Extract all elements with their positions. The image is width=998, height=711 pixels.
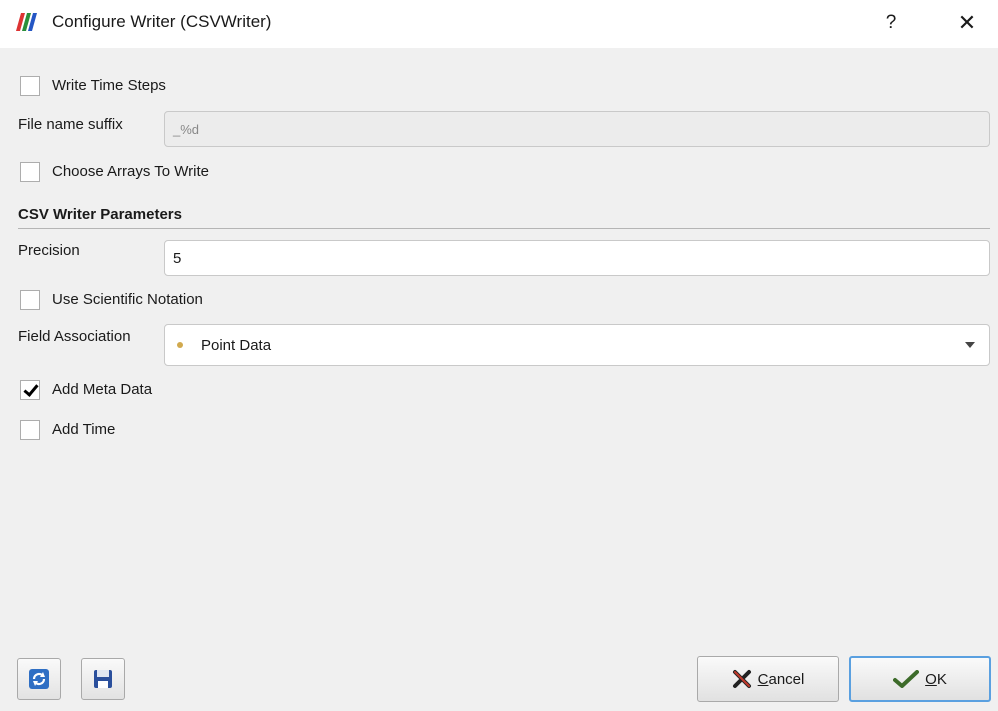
- chevron-down-icon: [965, 342, 975, 348]
- save-defaults-button[interactable]: [81, 658, 125, 700]
- use-scientific-notation-label: Use Scientific Notation: [52, 291, 203, 308]
- field-association-value: Point Data: [201, 336, 272, 354]
- add-meta-data-label: Add Meta Data: [52, 381, 153, 398]
- cancel-x-icon: [732, 669, 752, 689]
- precision-label: Precision: [18, 242, 80, 259]
- choose-arrays-checkbox[interactable]: [20, 162, 40, 182]
- window-title: Configure Writer (CSVWriter): [52, 12, 272, 31]
- ok-label: OK: [925, 670, 947, 688]
- ok-check-icon: [893, 670, 920, 688]
- csv-writer-parameters-heading: CSV Writer Parameters: [18, 206, 182, 223]
- write-time-steps-checkbox[interactable]: [20, 76, 40, 96]
- add-time-checkbox[interactable]: [20, 420, 40, 440]
- cancel-button[interactable]: Cancel: [697, 656, 839, 702]
- write-time-steps-label: Write Time Steps: [52, 77, 166, 94]
- cancel-label: Cancel: [757, 670, 805, 688]
- point-data-dot-icon: [177, 342, 183, 348]
- precision-input[interactable]: 5: [164, 240, 990, 276]
- help-button[interactable]: ?: [876, 8, 906, 38]
- close-button[interactable]: ✕: [950, 8, 984, 38]
- choose-arrays-label: Choose Arrays To Write: [52, 163, 210, 180]
- field-association-dropdown[interactable]: Point Data: [164, 324, 990, 366]
- ok-button[interactable]: OK: [849, 656, 991, 702]
- title-bar: Configure Writer (CSVWriter) ? ✕: [0, 0, 998, 48]
- field-association-label: Field Association: [18, 328, 131, 345]
- add-meta-data-checkbox[interactable]: [20, 380, 40, 400]
- file-name-suffix-value: _%d: [173, 121, 200, 137]
- use-scientific-notation-checkbox[interactable]: [20, 290, 40, 310]
- add-time-label: Add Time: [52, 421, 116, 438]
- reload-button[interactable]: [17, 658, 61, 700]
- floppy-disk-icon: [94, 670, 112, 688]
- section-divider: [18, 228, 990, 229]
- paraview-logo-icon: [16, 13, 37, 31]
- file-name-suffix-label: File name suffix: [18, 116, 123, 133]
- precision-value: 5: [173, 249, 182, 267]
- refresh-icon: [29, 669, 49, 689]
- file-name-suffix-input[interactable]: _%d: [164, 111, 990, 147]
